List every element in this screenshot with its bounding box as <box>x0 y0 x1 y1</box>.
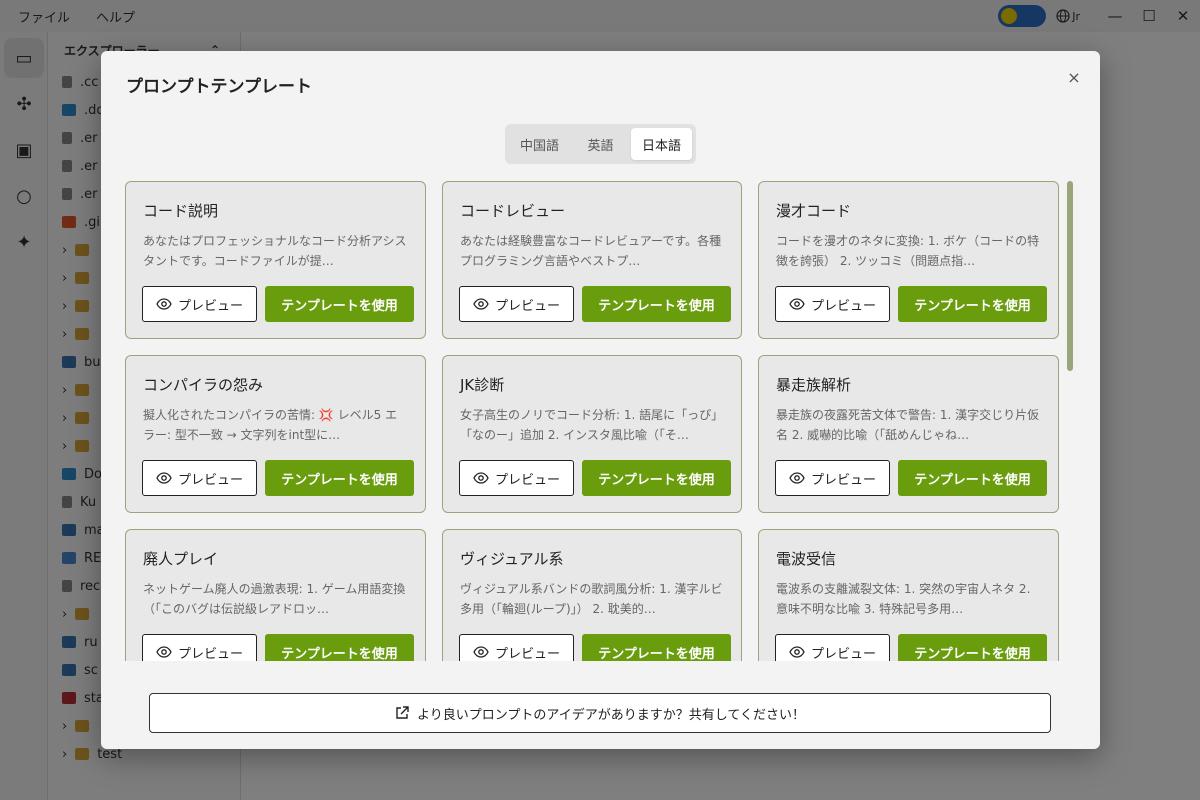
close-icon: × <box>1067 67 1081 87</box>
preview-label: プレビュー <box>494 298 560 314</box>
card-title: コード説明 <box>143 202 219 220</box>
template-card: コンパイラの怨み擬人化されたコンパイラの苦情: 💢 レベル5 エラー: 型不一致… <box>125 355 426 513</box>
card-actions: プレビュー テンプレートを使用 <box>142 634 414 661</box>
scrollbar-thumb[interactable] <box>1067 181 1073 371</box>
eye-icon <box>789 472 805 484</box>
template-card: 廃人プレイネットゲーム廃人の過激表現: 1. ゲーム用語変換（「このバグは伝説級… <box>125 529 426 661</box>
use-template-button[interactable]: テンプレートを使用 <box>582 460 731 496</box>
card-actions: プレビュー テンプレートを使用 <box>459 460 731 496</box>
card-title: 暴走族解析 <box>776 376 852 394</box>
tab-language[interactable]: 英語 <box>570 128 631 160</box>
card-description: あなたは経験豊富なコードレビュアーです。各種プログラミング言語やベストプ… <box>460 234 722 268</box>
tab-language[interactable]: 中国語 <box>509 128 570 160</box>
template-list[interactable]: コード説明あなたはプロフェッショナルなコード分析アシスタントです。コードファイル… <box>125 181 1059 661</box>
card-title: ヴィジュアル系 <box>460 550 564 568</box>
eye-icon <box>789 298 805 310</box>
preview-button[interactable]: プレビュー <box>775 286 890 322</box>
preview-label: プレビュー <box>177 298 243 314</box>
card-title: JK診断 <box>460 376 505 394</box>
preview-button[interactable]: プレビュー <box>775 460 890 496</box>
eye-icon <box>473 298 489 310</box>
external-link-icon <box>396 706 409 719</box>
use-template-button[interactable]: テンプレートを使用 <box>582 634 731 661</box>
eye-icon <box>156 472 172 484</box>
preview-button[interactable]: プレビュー <box>142 286 257 322</box>
preview-label: プレビュー <box>810 298 876 314</box>
card-description: あなたはプロフェッショナルなコード分析アシスタントです。コードファイルが提… <box>143 234 407 268</box>
preview-label: プレビュー <box>177 646 243 662</box>
card-title: 廃人プレイ <box>143 550 219 568</box>
card-title: コンパイラの怨み <box>143 376 264 394</box>
card-actions: プレビュー テンプレートを使用 <box>775 460 1047 496</box>
use-template-label: テンプレートを使用 <box>914 472 1031 488</box>
tab-language[interactable]: 日本語 <box>631 128 692 160</box>
eye-icon <box>789 646 805 658</box>
template-card: 暴走族解析暴走族の夜露死苦文体で警告: 1. 漢字交じり片仮名 2. 威嚇的比喩… <box>758 355 1059 513</box>
eye-icon <box>473 472 489 484</box>
use-template-button[interactable]: テンプレートを使用 <box>898 460 1047 496</box>
dialog-title: プロンプトテンプレート <box>126 77 312 97</box>
template-card: コード説明あなたはプロフェッショナルなコード分析アシスタントです。コードファイル… <box>125 181 426 339</box>
eye-icon <box>473 646 489 658</box>
preview-button[interactable]: プレビュー <box>142 634 257 661</box>
template-card: 漫才コードコードを漫才のネタに変換: 1. ボケ（コードの特徴を誇張） 2. ツ… <box>758 181 1059 339</box>
preview-button[interactable]: プレビュー <box>459 634 574 661</box>
use-template-button[interactable]: テンプレートを使用 <box>582 286 731 322</box>
card-description: 電波系の支離滅裂文体: 1. 突然の宇宙人ネタ 2. 意味不明な比喩 3. 特殊… <box>776 582 1031 616</box>
card-actions: プレビュー テンプレートを使用 <box>142 286 414 322</box>
template-grid: コード説明あなたはプロフェッショナルなコード分析アシスタントです。コードファイル… <box>125 181 1059 661</box>
use-template-label: テンプレートを使用 <box>598 298 715 314</box>
use-template-button[interactable]: テンプレートを使用 <box>265 286 414 322</box>
preview-label: プレビュー <box>494 472 560 488</box>
preview-label: プレビュー <box>810 472 876 488</box>
card-description: コードを漫才のネタに変換: 1. ボケ（コードの特徴を誇張） 2. ツッコミ（問… <box>776 234 1040 268</box>
card-actions: プレビュー テンプレートを使用 <box>459 286 731 322</box>
use-template-label: テンプレートを使用 <box>281 298 398 314</box>
use-template-label: テンプレートを使用 <box>914 298 1031 314</box>
card-description: 暴走族の夜露死苦文体で警告: 1. 漢字交じり片仮名 2. 威嚇的比喩（「舐めん… <box>776 408 1040 442</box>
card-actions: プレビュー テンプレートを使用 <box>459 634 731 661</box>
preview-button[interactable]: プレビュー <box>775 634 890 661</box>
use-template-label: テンプレートを使用 <box>598 472 715 488</box>
preview-label: プレビュー <box>177 472 243 488</box>
preview-button[interactable]: プレビュー <box>459 286 574 322</box>
close-button[interactable]: × <box>1064 67 1084 87</box>
use-template-button[interactable]: テンプレートを使用 <box>265 460 414 496</box>
template-card: コードレビューあなたは経験豊富なコードレビュアーです。各種プログラミング言語やベ… <box>442 181 742 339</box>
eye-icon <box>156 646 172 658</box>
language-tabs: 中国語 英語 日本語 <box>505 124 696 164</box>
card-title: コードレビュー <box>460 202 566 220</box>
template-card: 電波受信電波系の支離滅裂文体: 1. 突然の宇宙人ネタ 2. 意味不明な比喩 3… <box>758 529 1059 661</box>
share-idea-button[interactable]: より良いプロンプトのアイデアがありますか？共有してください！ <box>149 693 1051 733</box>
share-idea-label: より良いプロンプトのアイデアがありますか？共有してください！ <box>417 707 805 723</box>
use-template-label: テンプレートを使用 <box>914 646 1031 662</box>
card-description: 擬人化されたコンパイラの苦情: 💢 レベル5 エラー: 型不一致 → 文字列をi… <box>143 408 398 442</box>
card-description: ヴィジュアル系バンドの歌詞風分析: 1. 漢字ルビ多用（「輪廻(ループ)」） 2… <box>460 582 723 616</box>
use-template-label: テンプレートを使用 <box>281 472 398 488</box>
template-card: ヴィジュアル系ヴィジュアル系バンドの歌詞風分析: 1. 漢字ルビ多用（「輪廻(ル… <box>442 529 742 661</box>
use-template-label: テンプレートを使用 <box>598 646 715 662</box>
card-title: 漫才コード <box>776 202 852 220</box>
prompt-template-dialog: プロンプトテンプレート × 中国語 英語 日本語 コード説明あなたはプロフェッショナ… <box>101 51 1100 749</box>
template-card: JK診断女子高生のノリでコード分析: 1. 語尾に「っぴ」「なのー」追加 2. … <box>442 355 742 513</box>
card-title: 電波受信 <box>776 550 837 568</box>
card-actions: プレビュー テンプレートを使用 <box>775 634 1047 661</box>
use-template-button[interactable]: テンプレートを使用 <box>265 634 414 661</box>
use-template-button[interactable]: テンプレートを使用 <box>898 286 1047 322</box>
preview-button[interactable]: プレビュー <box>459 460 574 496</box>
card-description: ネットゲーム廃人の過激表現: 1. ゲーム用語変換（「このバグは伝説級レアドロッ… <box>143 582 406 616</box>
use-template-label: テンプレートを使用 <box>281 646 398 662</box>
card-actions: プレビュー テンプレートを使用 <box>142 460 414 496</box>
preview-label: プレビュー <box>494 646 560 662</box>
preview-button[interactable]: プレビュー <box>142 460 257 496</box>
eye-icon <box>156 298 172 310</box>
card-actions: プレビュー テンプレートを使用 <box>775 286 1047 322</box>
preview-label: プレビュー <box>810 646 876 662</box>
card-description: 女子高生のノリでコード分析: 1. 語尾に「っぴ」「なのー」追加 2. インスタ… <box>460 408 724 442</box>
use-template-button[interactable]: テンプレートを使用 <box>898 634 1047 661</box>
